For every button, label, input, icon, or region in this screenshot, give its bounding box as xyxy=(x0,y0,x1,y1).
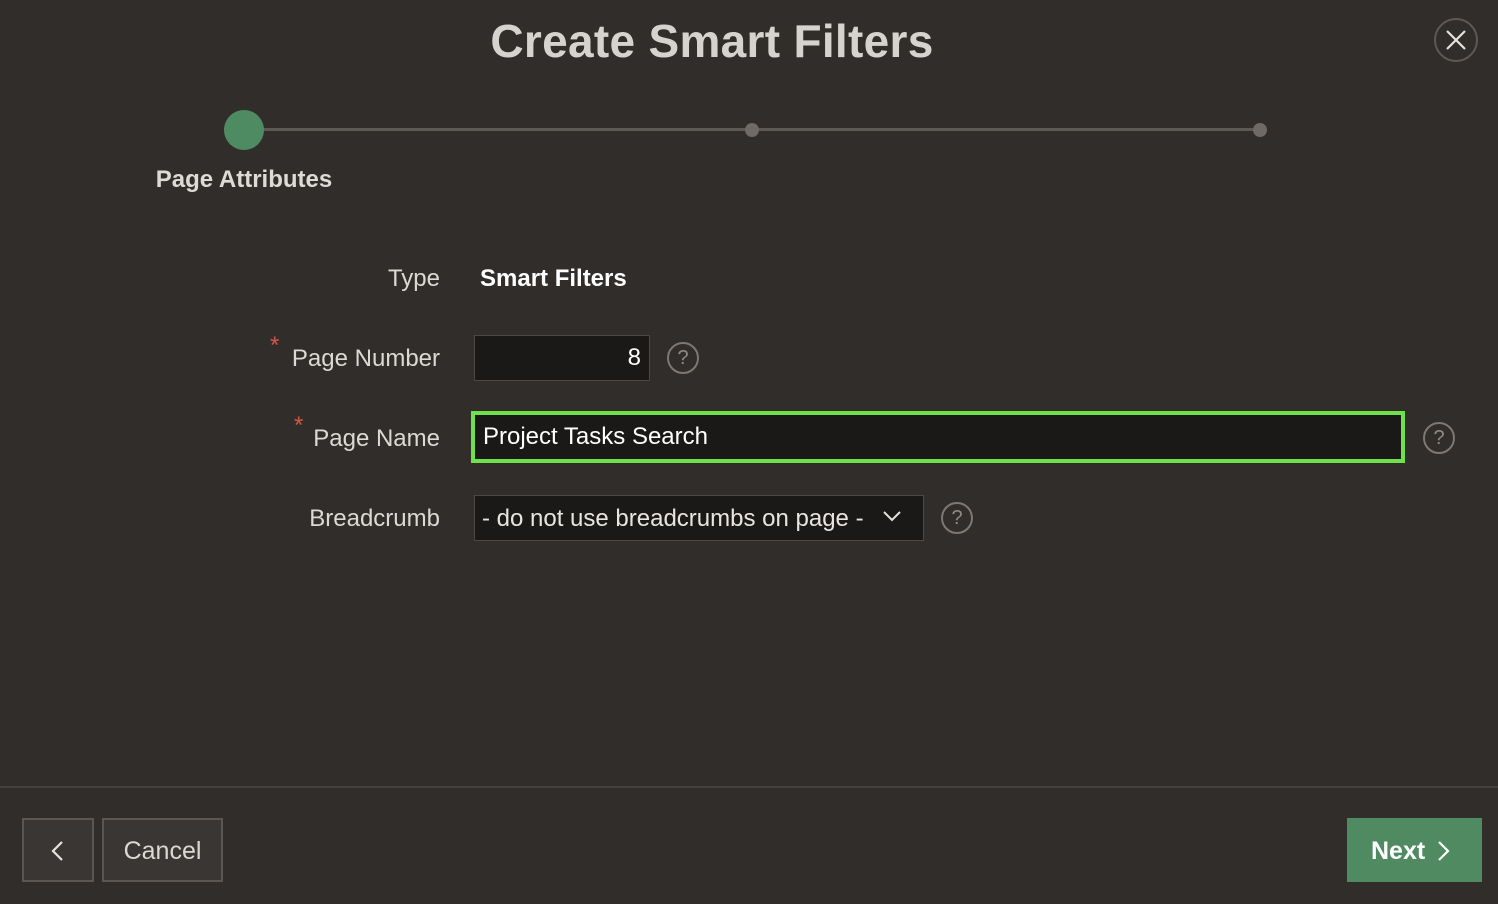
wizard-progress: Page Attributes xyxy=(0,0,1498,220)
breadcrumb-label: Breadcrumb xyxy=(309,505,440,532)
help-icon[interactable]: ? xyxy=(1423,422,1455,454)
wizard-connector xyxy=(758,128,1256,131)
chevron-right-icon xyxy=(1438,841,1450,861)
chevron-left-icon xyxy=(51,841,63,861)
wizard-step-current xyxy=(224,110,264,150)
wizard-step-3 xyxy=(1253,123,1267,137)
wizard-connector xyxy=(262,128,746,131)
required-indicator: * xyxy=(294,412,304,439)
breadcrumb-selected-value: - do not use breadcrumbs on page - xyxy=(482,505,864,532)
page-name-label: Page Name xyxy=(313,425,440,452)
wizard-step-label: Page Attributes xyxy=(155,166,333,193)
help-icon[interactable]: ? xyxy=(941,502,973,534)
wizard-step-2 xyxy=(745,123,759,137)
footer-divider xyxy=(0,786,1498,788)
create-smart-filters-dialog: Create Smart Filters Page Attributes Typ… xyxy=(0,0,1498,904)
type-value: Smart Filters xyxy=(480,265,627,292)
breadcrumb-select[interactable]: - do not use breadcrumbs on page - xyxy=(474,495,924,541)
type-label: Type xyxy=(387,265,440,292)
next-button-label: Next xyxy=(1371,837,1426,865)
page-number-input[interactable] xyxy=(474,335,650,381)
next-button[interactable]: Next xyxy=(1347,818,1482,882)
previous-button[interactable] xyxy=(22,818,94,882)
cancel-button[interactable]: Cancel xyxy=(102,818,223,882)
required-indicator: * xyxy=(270,332,280,359)
chevron-down-icon xyxy=(883,511,901,522)
page-name-input[interactable] xyxy=(471,411,1405,463)
page-number-label: Page Number xyxy=(291,345,440,372)
help-icon[interactable]: ? xyxy=(667,342,699,374)
